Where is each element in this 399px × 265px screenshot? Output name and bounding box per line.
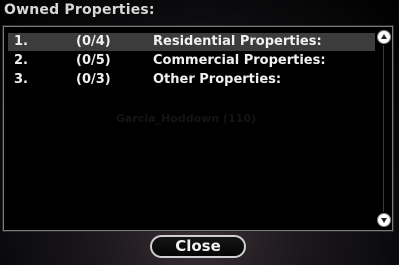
list-item-label: Other Properties: [153, 72, 282, 87]
scrollbar[interactable] [377, 28, 391, 229]
list-item-count: (0/3) [76, 72, 111, 87]
list-item-index: 3. [14, 72, 28, 87]
dialog-title: Owned Properties: [4, 2, 155, 18]
list-item-count: (0/5) [76, 53, 111, 68]
close-button[interactable]: Close [150, 235, 246, 258]
arrow-up-icon[interactable] [377, 30, 391, 44]
list-item-index: 1. [14, 34, 28, 49]
player-name-watermark: Garcia_Hoddown (110) [116, 112, 256, 125]
list-item-residential[interactable]: 1. (0/4) Residential Properties: [8, 33, 375, 51]
list-item-commercial[interactable]: 2. (0/5) Commercial Properties: [8, 52, 375, 70]
list-item-index: 2. [14, 53, 28, 68]
list-item-label: Commercial Properties: [153, 53, 326, 68]
list-item-count: (0/4) [76, 34, 111, 49]
scroll-track[interactable] [383, 45, 384, 212]
arrow-down-icon[interactable] [377, 213, 391, 227]
list-item-label: Residential Properties: [153, 34, 322, 49]
properties-list[interactable]: Garcia_Hoddown (110) 1. (0/4) Residentia… [2, 25, 394, 232]
list-item-other[interactable]: 3. (0/3) Other Properties: [8, 71, 375, 89]
owned-properties-dialog: Owned Properties: Garcia_Hoddown (110) 1… [0, 0, 399, 265]
